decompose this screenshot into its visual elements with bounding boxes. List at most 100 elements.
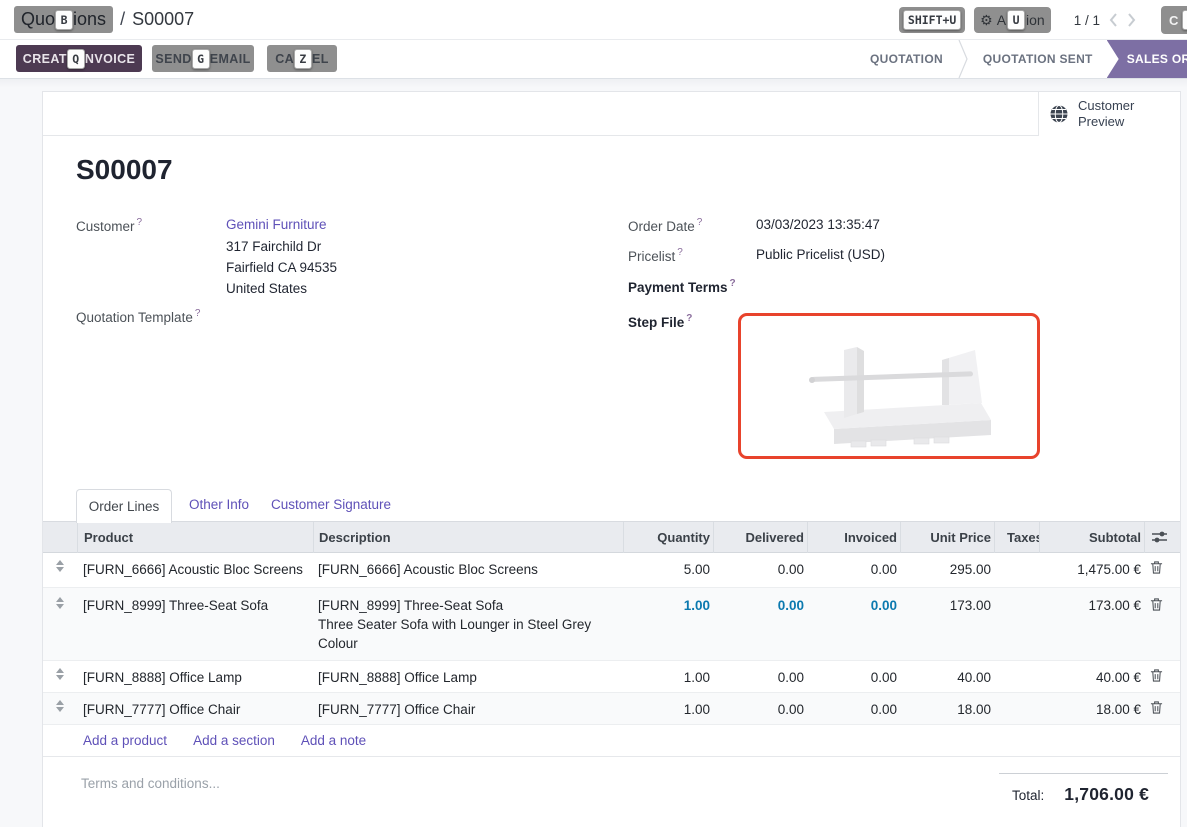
subtotal-cell: 173.00 € (1039, 588, 1144, 623)
invoiced-cell[interactable]: 0.00 (807, 661, 900, 693)
invoiced-cell[interactable]: 0.00 (807, 553, 900, 585)
order-date-value[interactable]: 03/03/2023 13:35:47 (756, 217, 880, 232)
product-cell[interactable]: [FURN_8888] Office Lamp (77, 661, 313, 693)
table-row[interactable]: [FURN_6666] Acoustic Bloc Screens [FURN_… (43, 553, 1180, 588)
customer-link[interactable]: Gemini Furniture (226, 217, 327, 232)
invoiced-cell[interactable]: 0.00 (807, 588, 900, 623)
quantity-cell[interactable]: 1.00 (623, 661, 713, 693)
chevron-left-icon[interactable] (1109, 12, 1118, 28)
quantity-cell[interactable]: 1.00 (623, 693, 713, 725)
quotation-template-field-label: Quotation Template? (76, 308, 200, 325)
customer-address-line: 317 Fairchild Dr (226, 239, 321, 254)
taxes-cell[interactable] (994, 661, 1039, 674)
taxes-cell[interactable] (994, 693, 1039, 706)
delete-row-icon[interactable] (1150, 597, 1163, 612)
terms-and-conditions-input[interactable]: Terms and conditions... (81, 776, 220, 791)
help-icon: ? (686, 313, 692, 324)
delivered-column-header[interactable]: Delivered (713, 522, 807, 553)
delivered-cell[interactable]: 0.00 (713, 661, 807, 693)
unit-price-cell[interactable]: 295.00 (900, 553, 994, 585)
shift-hint-target[interactable]: SHIFT+U (899, 7, 965, 33)
stat-button-box: Customer Preview (43, 92, 1180, 136)
notebook-tabs: Order Lines Other Info Customer Signatur… (43, 489, 1180, 522)
quantity-cell[interactable]: 5.00 (623, 553, 713, 585)
customer-preview-button[interactable]: Customer Preview (1038, 92, 1180, 136)
table-row[interactable]: [FURN_8999] Three-Seat Sofa [FURN_8999] … (43, 588, 1180, 661)
total-summary: Total: 1,706.00 € (999, 773, 1168, 805)
status-step-sales-order[interactable]: SALES ORDER (1107, 40, 1187, 78)
chevron-right-icon[interactable] (1127, 12, 1136, 28)
tab-other-info[interactable]: Other Info (189, 497, 249, 512)
help-icon: ? (137, 217, 143, 228)
help-icon: ? (195, 308, 201, 319)
drag-handle-icon[interactable] (56, 560, 64, 572)
tab-order-lines[interactable]: Order Lines (76, 489, 172, 523)
optional-columns-icon[interactable] (1151, 530, 1168, 544)
breadcrumb: QuoBions / S00007 (14, 6, 194, 33)
description-cell[interactable]: [FURN_8888] Office Lamp (313, 661, 623, 693)
breadcrumb-quotations-link[interactable]: QuoBions (14, 6, 113, 33)
create-invoice-button[interactable]: CREATQNVOICE (16, 45, 142, 72)
unit-price-cell[interactable]: 18.00 (900, 693, 994, 725)
quantity-column-header[interactable]: Quantity (623, 522, 713, 553)
delivered-cell[interactable]: 0.00 (713, 588, 807, 623)
unit-price-column-header[interactable]: Unit Price (900, 522, 994, 553)
customer-address-line: United States (226, 281, 307, 296)
description-cell[interactable]: [FURN_7777] Office Chair (313, 693, 623, 725)
action-menu-button[interactable]: ⚙AUion (974, 7, 1051, 33)
invoiced-cell[interactable]: 0.00 (807, 693, 900, 725)
add-section-link[interactable]: Add a section (193, 733, 275, 748)
pricelist-value[interactable]: Public Pricelist (USD) (756, 247, 885, 262)
drag-handle-icon[interactable] (56, 597, 64, 609)
taxes-cell[interactable] (994, 588, 1039, 604)
drag-handle-icon[interactable] (56, 700, 64, 712)
taxes-column-header[interactable]: Taxes (994, 522, 1039, 553)
help-icon: ? (677, 247, 683, 258)
clipped-edge-button[interactable]: C (1161, 6, 1187, 34)
product-column-header[interactable]: Product (77, 522, 313, 553)
invoiced-column-header[interactable]: Invoiced (807, 522, 900, 553)
button-label: NVOICE (85, 52, 135, 66)
step-file-image[interactable] (738, 313, 1040, 459)
field-label-text: Payment Terms (628, 280, 728, 295)
product-cell[interactable]: [FURN_8999] Three-Seat Sofa (77, 588, 313, 623)
delivered-cell[interactable]: 0.00 (713, 693, 807, 725)
customer-preview-label: Customer Preview (1078, 98, 1148, 129)
product-cell[interactable]: [FURN_7777] Office Chair (77, 693, 313, 725)
taxes-cell[interactable] (994, 553, 1039, 566)
pager-count: 1 / 1 (1074, 13, 1100, 28)
breadcrumb-text: ions (73, 9, 106, 30)
table-row[interactable]: [FURN_8888] Office Lamp [FURN_8888] Offi… (43, 661, 1180, 693)
payment-terms-field-label: Payment Terms? (628, 278, 736, 295)
delete-row-icon[interactable] (1150, 700, 1163, 715)
delivered-cell[interactable]: 0.00 (713, 553, 807, 585)
description-cell[interactable]: [FURN_8999] Three-Seat Sofa Three Seater… (313, 588, 623, 661)
tab-customer-signature[interactable]: Customer Signature (271, 497, 391, 512)
subtotal-column-header[interactable]: Subtotal (1039, 522, 1144, 553)
product-cell[interactable]: [FURN_6666] Acoustic Bloc Screens (77, 553, 313, 585)
quantity-cell[interactable]: 1.00 (623, 588, 713, 623)
unit-price-cell[interactable]: 173.00 (900, 588, 994, 623)
status-step-quotation[interactable]: QUOTATION (856, 40, 957, 78)
cancel-button[interactable]: CAZEL (267, 45, 337, 72)
gear-icon: ⚙ (980, 12, 993, 29)
delete-row-icon[interactable] (1150, 560, 1163, 575)
send-email-button[interactable]: SENDGEMAIL (152, 45, 254, 72)
unit-price-cell[interactable]: 40.00 (900, 661, 994, 693)
delete-row-icon[interactable] (1150, 668, 1163, 683)
drag-handle-icon[interactable] (56, 668, 64, 680)
field-label-text: Order Date (628, 219, 695, 234)
description-column-header[interactable]: Description (313, 522, 623, 553)
add-product-link[interactable]: Add a product (83, 733, 167, 748)
total-value: 1,706.00 € (1064, 784, 1149, 805)
key-hint-badge: B (55, 10, 73, 30)
breadcrumb-current: S00007 (132, 9, 194, 30)
table-row[interactable]: [FURN_7777] Office Chair [FURN_7777] Off… (43, 693, 1180, 725)
field-label-text: Customer (76, 219, 135, 234)
order-date-field-label: Order Date? (628, 217, 702, 234)
button-label: SEND (155, 52, 191, 66)
breadcrumb-bar: QuoBions / S00007 SHIFT+U ⚙AUion 1 / 1 C (0, 0, 1187, 40)
status-step-quotation-sent[interactable]: QUOTATION SENT (969, 40, 1107, 78)
add-note-link[interactable]: Add a note (301, 733, 366, 748)
description-cell[interactable]: [FURN_6666] Acoustic Bloc Screens (313, 553, 623, 585)
